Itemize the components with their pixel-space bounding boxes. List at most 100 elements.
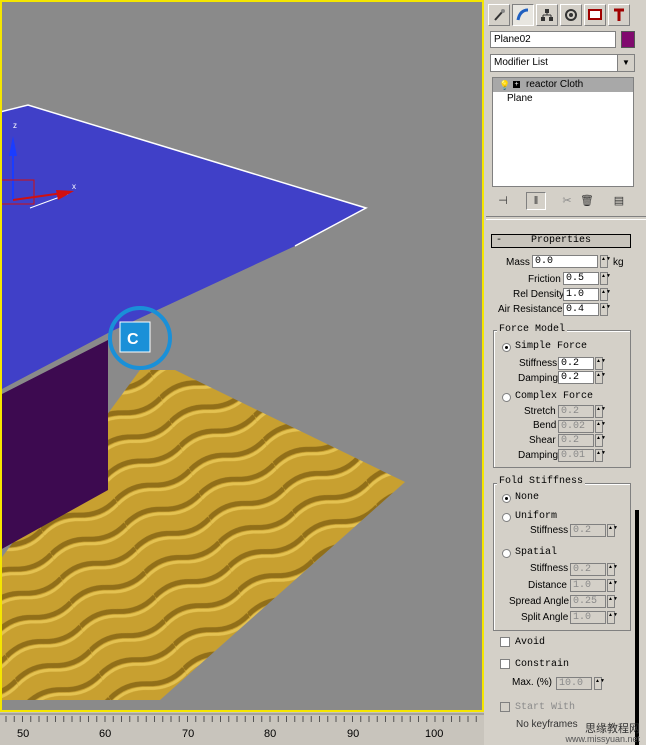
max-percent-spinner[interactable]: ▲▼ — [594, 677, 605, 690]
fold-spatial-radio[interactable] — [502, 549, 511, 558]
show-end-result-icon[interactable]: ‖ — [526, 192, 546, 210]
create-icon — [494, 9, 505, 21]
friction-field[interactable]: 0.5 — [563, 272, 599, 285]
stack-toolbar: ⊣ ‖ ✂ 🗑 ▤ — [492, 192, 637, 210]
complex-damping-spinner[interactable]: ▲▼ — [595, 449, 606, 462]
uniform-stiffness-spinner[interactable]: ▲▼ — [607, 524, 618, 537]
command-panel-tabs — [486, 2, 646, 28]
shear-spinner[interactable]: ▲▼ — [595, 434, 606, 447]
timeline-tick-label: 70 — [182, 728, 195, 740]
object-color-swatch[interactable] — [621, 31, 635, 48]
simple-damping-label: Damping — [518, 373, 559, 384]
distance-spinner[interactable]: ▲▼ — [607, 579, 618, 592]
shear-field[interactable]: 0.2 — [558, 434, 594, 447]
rel-density-field[interactable]: 1.0 — [563, 288, 599, 301]
bend-spinner[interactable]: ▲▼ — [595, 420, 606, 433]
mass-label: Mass — [506, 257, 530, 268]
simple-stiffness-field[interactable]: 0.2 — [558, 357, 594, 370]
modify-tab[interactable] — [512, 4, 534, 26]
modifier-list-dropdown[interactable]: Modifier List ▼ — [490, 54, 635, 72]
timeline-tick-label: 50 — [17, 728, 30, 740]
utilities-tab[interactable] — [608, 4, 630, 26]
display-icon — [588, 9, 602, 20]
stack-item-plane[interactable]: Plane — [493, 92, 633, 106]
properties-rollout: - Properties Mass 0.0 ▲▼ kg Friction 0.5… — [488, 226, 633, 745]
expand-icon[interactable]: + — [513, 81, 520, 88]
fold-none-radio[interactable] — [502, 494, 511, 503]
avoid-label: Avoid — [515, 637, 546, 648]
air-resistance-field[interactable]: 0.4 — [563, 303, 599, 316]
perspective-viewport[interactable]: x z C — [0, 0, 484, 712]
timeline-tick-label: 60 — [99, 728, 112, 740]
distance-label: Distance — [528, 580, 567, 591]
lightbulb-icon[interactable]: 💡 — [499, 78, 510, 92]
simple-stiffness-label: Stiffness — [519, 358, 558, 369]
complex-damping-field[interactable]: 0.01 — [558, 449, 594, 462]
modifier-stack[interactable]: 💡 + reactor Cloth Plane — [492, 77, 634, 187]
complex-force-label: Complex Force — [515, 391, 594, 402]
utilities-icon — [614, 8, 624, 21]
split-angle-spinner[interactable]: ▲▼ — [607, 611, 618, 624]
bend-field[interactable]: 0.02 — [558, 420, 594, 433]
bend-label: Bend — [533, 420, 557, 431]
simple-force-radio[interactable] — [502, 343, 511, 352]
fold-none-label: None — [515, 492, 540, 503]
timeline-tick-label: 90 — [347, 728, 360, 740]
rel-density-label: Rel Density — [513, 289, 565, 300]
mass-field[interactable]: 0.0 — [532, 255, 598, 268]
uniform-stiffness-field[interactable]: 0.2 — [570, 524, 606, 537]
uniform-stiffness-label: Stiffness — [530, 525, 569, 536]
complex-damping-label: Damping — [518, 450, 559, 461]
spatial-stiffness-spinner[interactable]: ▲▼ — [607, 563, 618, 576]
remove-modifier-icon[interactable]: 🗑 — [578, 192, 596, 208]
modifier-list-label: Modifier List — [494, 57, 548, 68]
fold-spatial-label: Spatial — [515, 547, 558, 558]
complex-force-radio[interactable] — [502, 393, 511, 402]
motion-icon — [565, 9, 577, 21]
max-percent-label: Max. (%) — [512, 677, 552, 688]
max-percent-field[interactable]: 10.0 — [556, 677, 592, 690]
create-tab[interactable] — [488, 4, 510, 26]
hierarchy-tab[interactable] — [536, 4, 558, 26]
split-angle-label: Split Angle — [521, 612, 569, 623]
start-with-checkbox[interactable] — [500, 702, 510, 712]
timeline-tick-label: 80 — [264, 728, 277, 740]
air-resistance-label: Air Resistance — [498, 304, 563, 315]
stretch-field[interactable]: 0.2 — [558, 405, 594, 418]
air-resistance-spinner[interactable]: ▲▼ — [600, 303, 611, 316]
svg-text:z: z — [13, 121, 17, 130]
distance-field[interactable]: 1.0 — [570, 579, 606, 592]
stack-item-reactor-cloth[interactable]: 💡 + reactor Cloth — [493, 78, 633, 92]
constrain-label: Constrain — [515, 659, 570, 670]
split-angle-field[interactable]: 1.0 — [570, 611, 606, 624]
start-with-label: Start With — [515, 702, 576, 713]
simple-stiffness-spinner[interactable]: ▲▼ — [595, 357, 606, 370]
spatial-stiffness-field[interactable]: 0.2 — [570, 563, 606, 576]
avoid-checkbox[interactable] — [500, 637, 510, 647]
properties-rollout-header[interactable]: - Properties — [491, 234, 631, 248]
spread-angle-spinner[interactable]: ▲▼ — [607, 595, 618, 608]
pin-stack-icon[interactable]: ⊣ — [494, 192, 512, 208]
simple-damping-field[interactable]: 0.2 — [558, 371, 594, 384]
mass-spinner[interactable]: ▲▼ — [600, 255, 611, 268]
stretch-spinner[interactable]: ▲▼ — [595, 405, 606, 418]
fold-uniform-radio[interactable] — [502, 513, 511, 522]
time-ruler[interactable]: 50 60 70 80 90 100 — [0, 712, 484, 745]
simple-force-label: Simple Force — [515, 341, 588, 352]
fold-stiffness-title: Fold Stiffness — [497, 476, 586, 487]
display-tab[interactable] — [584, 4, 606, 26]
spread-angle-field[interactable]: 0.25 — [570, 595, 606, 608]
rel-density-spinner[interactable]: ▲▼ — [600, 288, 611, 301]
divider — [486, 216, 646, 220]
simple-damping-spinner[interactable]: ▲▼ — [595, 371, 606, 384]
constrain-checkbox[interactable] — [500, 659, 510, 669]
fold-stiffness-group — [493, 483, 631, 631]
object-name-field[interactable]: Plane02 — [490, 31, 616, 48]
make-unique-icon[interactable]: ✂ — [558, 192, 576, 208]
force-model-title: Force Model — [497, 324, 568, 335]
rollout-scrollbar-thumb[interactable] — [635, 510, 639, 745]
motion-tab[interactable] — [560, 4, 582, 26]
friction-spinner[interactable]: ▲▼ — [600, 272, 611, 285]
viewport-scene: x z C — [2, 104, 405, 700]
configure-sets-icon[interactable]: ▤ — [610, 192, 628, 208]
